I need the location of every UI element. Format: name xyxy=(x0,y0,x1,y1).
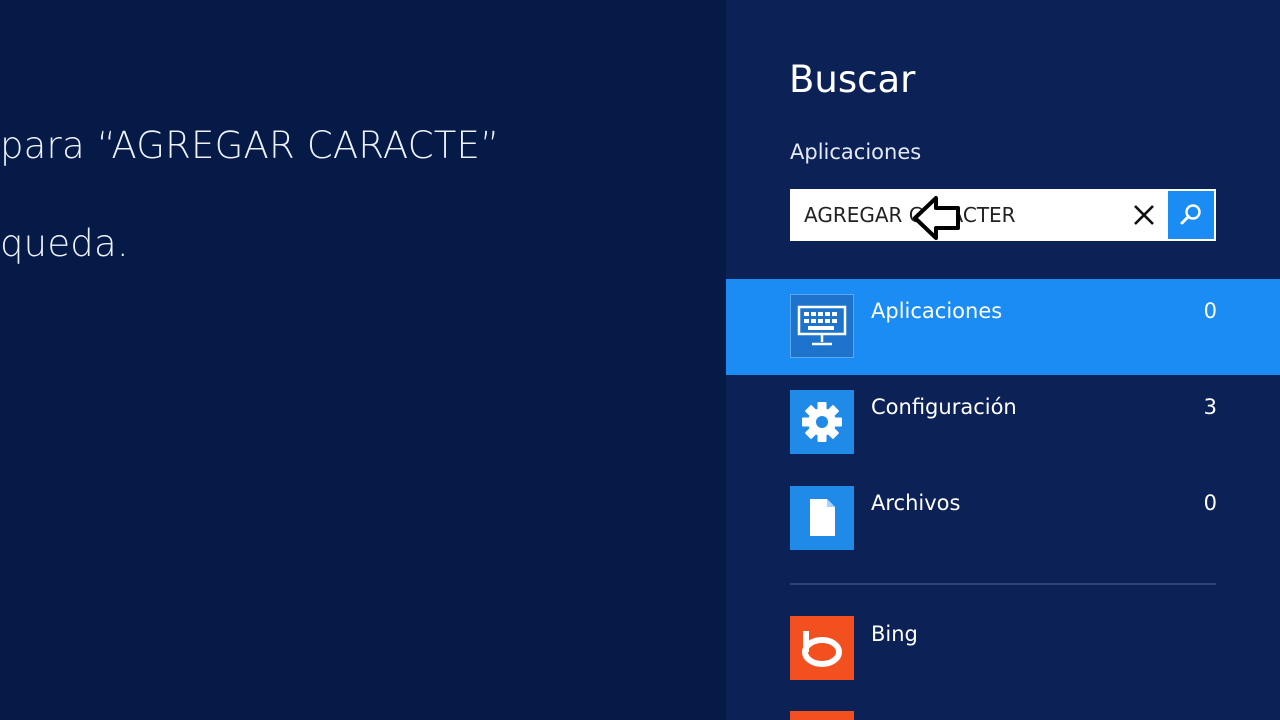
search-charm-pane: Buscar Aplicaciones AGREGAR CARACTER Apl… xyxy=(726,0,1280,720)
result-tile xyxy=(790,486,854,550)
result-count: 0 xyxy=(1203,299,1217,323)
result-tile xyxy=(790,390,854,454)
search-results-area: para “AGREGAR CARACTE” queda. xyxy=(0,0,726,720)
pane-title: Buscar xyxy=(789,58,916,101)
search-scope-list: Aplicaciones 0 Configuración 3 Archivos … xyxy=(726,279,1280,567)
search-screen: para “AGREGAR CARACTE” queda. Buscar Apl… xyxy=(0,0,1280,720)
app-name: Bing xyxy=(871,622,918,646)
no-results-message-line-1: para “AGREGAR CARACTE” xyxy=(0,124,500,167)
result-name: Configuración xyxy=(871,395,1017,419)
result-item-aplicaciones[interactable]: Aplicaciones 0 xyxy=(726,279,1280,375)
result-tile xyxy=(790,294,854,358)
bing-icon xyxy=(802,631,842,667)
result-count: 0 xyxy=(1203,491,1217,515)
clear-search-button[interactable] xyxy=(1122,191,1166,239)
result-name: Aplicaciones xyxy=(871,299,1003,323)
keyboard-icon xyxy=(797,305,847,346)
no-results-message-line-2: queda. xyxy=(0,222,129,265)
search-button[interactable] xyxy=(1168,191,1214,239)
document-icon xyxy=(810,499,835,536)
app-tile xyxy=(790,616,854,680)
app-item-bing[interactable]: Bing xyxy=(726,602,1280,698)
partial-app-tile[interactable] xyxy=(790,711,854,720)
search-scope-label: Aplicaciones xyxy=(790,140,922,164)
result-item-configuracion[interactable]: Configuración 3 xyxy=(726,375,1280,471)
list-divider xyxy=(790,583,1216,585)
result-item-archivos[interactable]: Archivos 0 xyxy=(726,471,1280,567)
search-input[interactable] xyxy=(804,191,1114,239)
search-box[interactable] xyxy=(790,189,1216,241)
result-count: 3 xyxy=(1203,395,1217,419)
gear-icon xyxy=(802,402,842,442)
result-name: Archivos xyxy=(871,491,961,515)
close-icon xyxy=(1134,205,1154,225)
search-icon xyxy=(1180,204,1201,225)
